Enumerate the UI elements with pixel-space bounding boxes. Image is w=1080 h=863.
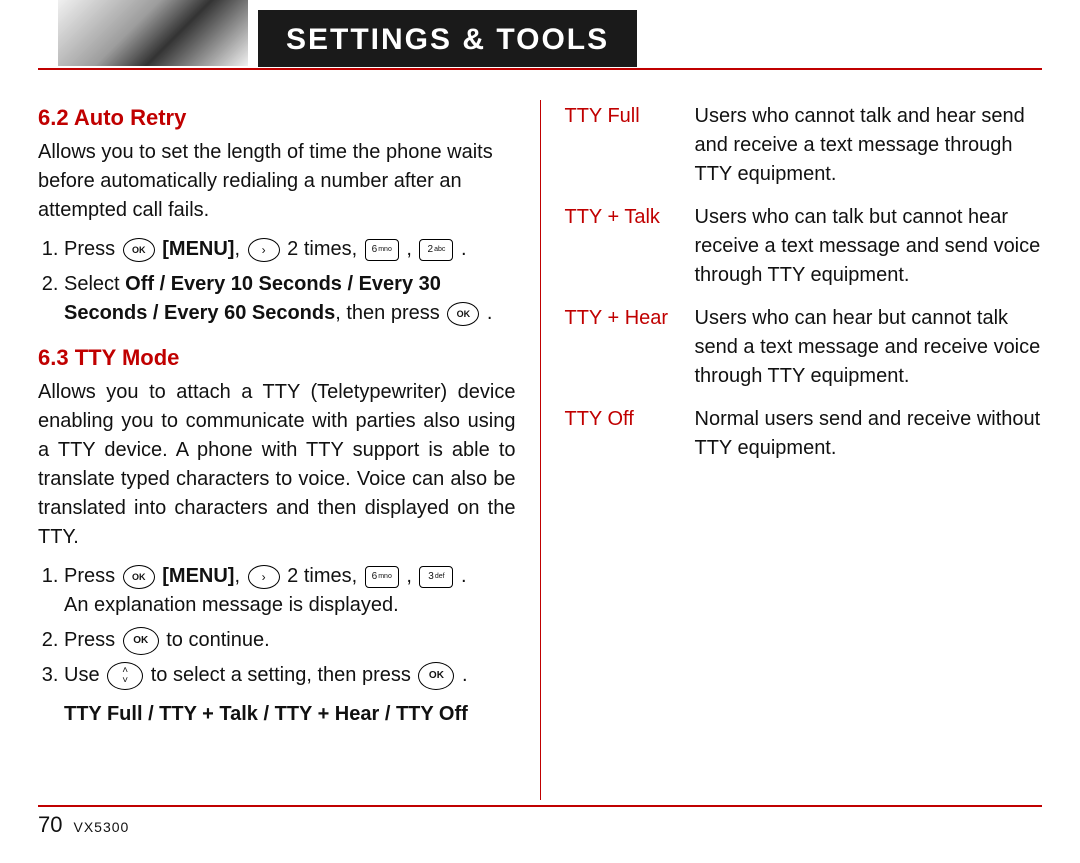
def-term: TTY + Talk bbox=[565, 203, 685, 290]
def-term: TTY Full bbox=[565, 102, 685, 189]
column-separator bbox=[540, 100, 541, 800]
key-3-icon: 3def bbox=[419, 566, 453, 588]
nav-right-icon: › bbox=[248, 565, 280, 589]
section-6-3-title: 6.3 TTY Mode bbox=[38, 342, 516, 374]
footer: 70 VX5300 bbox=[38, 809, 129, 841]
page-title: SETTINGS & TOOLS bbox=[258, 10, 637, 67]
def-desc: Users who cannot talk and hear send and … bbox=[695, 102, 1043, 189]
left-column: 6.2 Auto Retry Allows you to set the len… bbox=[38, 100, 516, 800]
text: Select bbox=[64, 273, 120, 295]
def-desc: Normal users send and receive without TT… bbox=[695, 405, 1043, 463]
text: , then press bbox=[335, 302, 440, 324]
def-term: TTY Off bbox=[565, 405, 685, 463]
rule-top bbox=[38, 68, 1042, 70]
rule-bottom bbox=[38, 805, 1042, 807]
text: . bbox=[487, 302, 493, 324]
text: . bbox=[461, 238, 467, 260]
page-number: 70 bbox=[38, 812, 62, 837]
nav-right-icon: › bbox=[248, 238, 280, 262]
list-item: Press OK to continue. bbox=[64, 626, 516, 655]
list-item: Press OK [MENU], › 2 times, 6mno , 2abc … bbox=[64, 235, 516, 264]
key-6-icon: 6mno bbox=[365, 566, 399, 588]
text: . bbox=[462, 664, 468, 686]
list-item: Select Off / Every 10 Seconds / Every 30… bbox=[64, 270, 516, 328]
ok-key-icon: OK bbox=[418, 662, 454, 690]
section-6-2-title: 6.2 Auto Retry bbox=[38, 102, 516, 134]
section-6-2-intro: Allows you to set the length of time the… bbox=[38, 138, 516, 225]
list-item: Use ˄˅ to select a setting, then press O… bbox=[64, 661, 516, 690]
right-column: TTY Full Users who cannot talk and hear … bbox=[565, 100, 1043, 800]
def-desc: Users who can hear but cannot talk send … bbox=[695, 304, 1043, 391]
nav-updown-icon: ˄˅ bbox=[107, 662, 143, 690]
text: to select a setting, then press bbox=[151, 664, 411, 686]
key-6-icon: 6mno bbox=[365, 239, 399, 261]
ok-key-icon: OK bbox=[123, 238, 155, 262]
text: Press bbox=[64, 238, 115, 260]
header-photo bbox=[58, 0, 248, 66]
section-6-3-steps: Press OK [MENU], › 2 times, 6mno , 3def … bbox=[38, 562, 516, 690]
text: , bbox=[406, 565, 412, 587]
text: Press bbox=[64, 565, 115, 587]
text: Use bbox=[64, 664, 100, 686]
menu-label: [MENU] bbox=[162, 565, 234, 587]
section-6-3-intro: Allows you to attach a TTY (Teletypewrit… bbox=[38, 378, 516, 552]
list-item: Press OK [MENU], › 2 times, 6mno , 3def … bbox=[64, 562, 516, 620]
tty-definitions: TTY Full Users who cannot talk and hear … bbox=[565, 102, 1043, 463]
text: . bbox=[461, 565, 467, 587]
text: 2 times, bbox=[287, 238, 357, 260]
key-2-icon: 2abc bbox=[419, 239, 453, 261]
ok-key-icon: OK bbox=[123, 627, 159, 655]
menu-label: [MENU] bbox=[162, 238, 234, 260]
def-desc: Users who can talk but cannot hear recei… bbox=[695, 203, 1043, 290]
text: , bbox=[406, 238, 412, 260]
text: An explanation message is displayed. bbox=[64, 594, 399, 616]
section-6-2-steps: Press OK [MENU], › 2 times, 6mno , 2abc … bbox=[38, 235, 516, 328]
tty-options: TTY Full / TTY + Talk / TTY + Hear / TTY… bbox=[64, 700, 516, 729]
content-columns: 6.2 Auto Retry Allows you to set the len… bbox=[38, 100, 1042, 800]
ok-key-icon: OK bbox=[123, 565, 155, 589]
model-number: VX5300 bbox=[74, 819, 130, 835]
text: 2 times, bbox=[287, 565, 357, 587]
def-term: TTY + Hear bbox=[565, 304, 685, 391]
text: Press bbox=[64, 629, 115, 651]
text: to continue. bbox=[166, 629, 269, 651]
ok-key-icon: OK bbox=[447, 302, 479, 326]
